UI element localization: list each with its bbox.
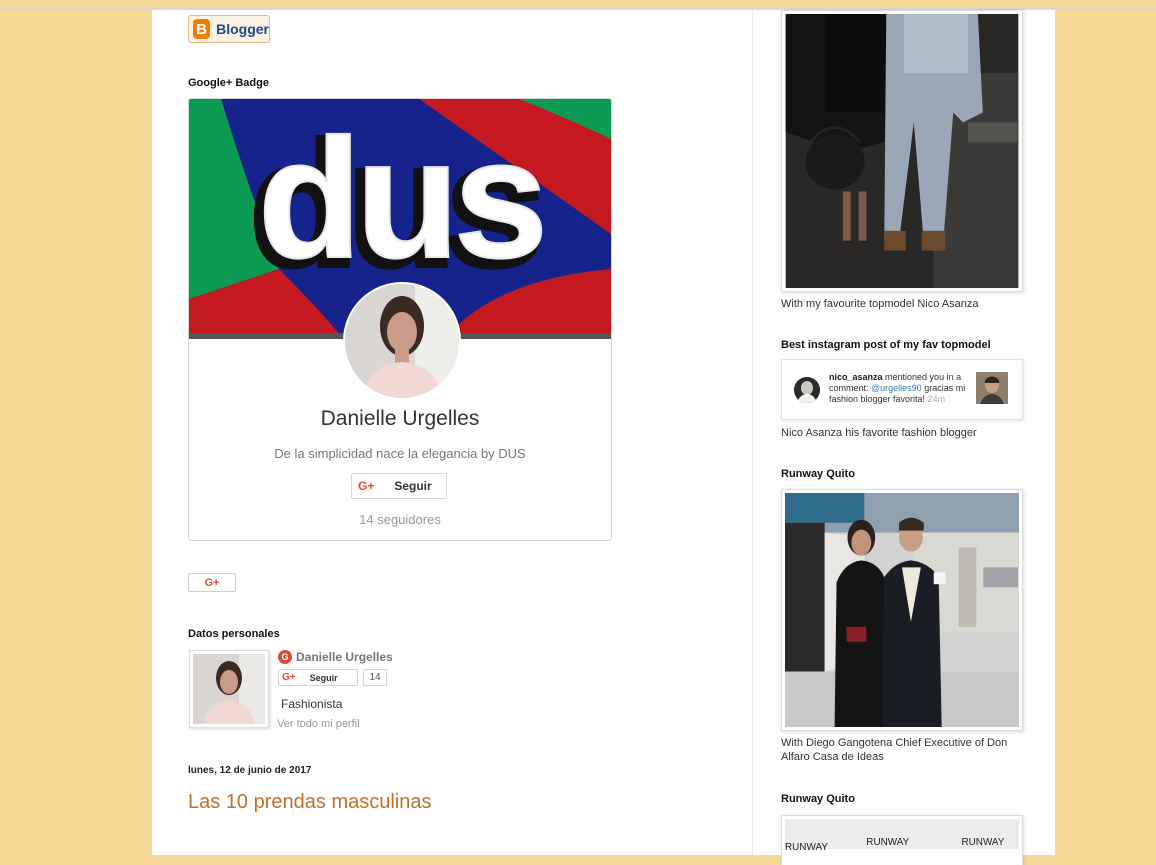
gplus-badge: dus dus Danielle Urgelles De la simplici… [188,98,612,541]
instagram-mention: @urgelles90 [871,383,922,393]
profile-name: Danielle Urgelles [296,650,393,664]
profile-follow-count: 14 [363,669,387,686]
badge-name[interactable]: Danielle Urgelles [189,407,611,431]
column-divider [752,10,753,855]
post-date: lunes, 12 de junio de 2017 [188,765,312,776]
gplus-badge-title: Google+ Badge [188,77,269,89]
sidebar-photo-topmodel[interactable] [781,10,1023,292]
instagram-notification-text: nico_asanza mentioned you in a comment: … [829,372,977,405]
runway1-caption: With Diego Gangotena Chief Executive of … [781,737,1008,763]
badge-follow-button[interactable]: G+ Seguir [351,473,447,499]
instagram-post-image[interactable]: nico_asanza mentioned you in a comment: … [781,359,1023,420]
gplus-share-button[interactable]: G+ [188,573,236,592]
badge-followers-count: 14 seguidores [359,512,441,527]
profile-follow-button[interactable]: G+ Seguir [278,669,358,686]
blogger-logo-icon: B [193,19,211,39]
post-title[interactable]: Las 10 prendas masculinas [188,791,431,814]
blog-page: B Blogger Google+ Badge dus dus Danielle… [152,10,1055,865]
google-plus-circle-icon: G [278,650,292,664]
blogger-button[interactable]: B Blogger [188,15,270,43]
instagram-user: nico_asanza [829,372,883,382]
sidebar-photo-caption: With my favourite topmodel Nico Asanza [781,298,979,310]
view-profile-link[interactable]: Ver todo mi perfil [277,718,360,730]
gplus-icon: G+ [282,672,296,683]
instagram-time: 24m [927,394,946,404]
svg-text:dus: dus [258,104,542,294]
profile-occupation: Fashionista [281,697,343,711]
instagram-avatar [794,377,820,403]
insta-caption: Nico Asanza his favorite fashion blogger [781,427,977,439]
badge-follow-label: Seguir [394,479,432,493]
runway-banner-3: RUNWAY [961,837,1004,848]
profile-widget-title: Datos personales [188,628,280,640]
gplus-icon: G+ [358,479,375,493]
runway-banner-2: RUNWAY [866,837,909,848]
badge-avatar[interactable] [343,282,461,400]
instagram-thumbnail [976,372,1008,404]
runway-banner-1: RUNWAY [785,842,828,853]
badge-tagline: De la simplicidad nace la elegancia by D… [274,446,526,461]
runway2-photo[interactable]: RUNWAY RUNWAY RUNWAY [781,815,1023,865]
insta-widget-title: Best instagram post of my fav topmodel [781,339,991,351]
runway1-photo[interactable] [781,489,1023,731]
profile-photo[interactable] [189,650,269,728]
runway1-title: Runway Quito [781,468,855,480]
runway2-title: Runway Quito [781,793,855,805]
blogger-button-label: Blogger [216,21,269,37]
profile-follow-label: Seguir [309,672,338,683]
profile-name-link[interactable]: G Danielle Urgelles [278,650,393,664]
